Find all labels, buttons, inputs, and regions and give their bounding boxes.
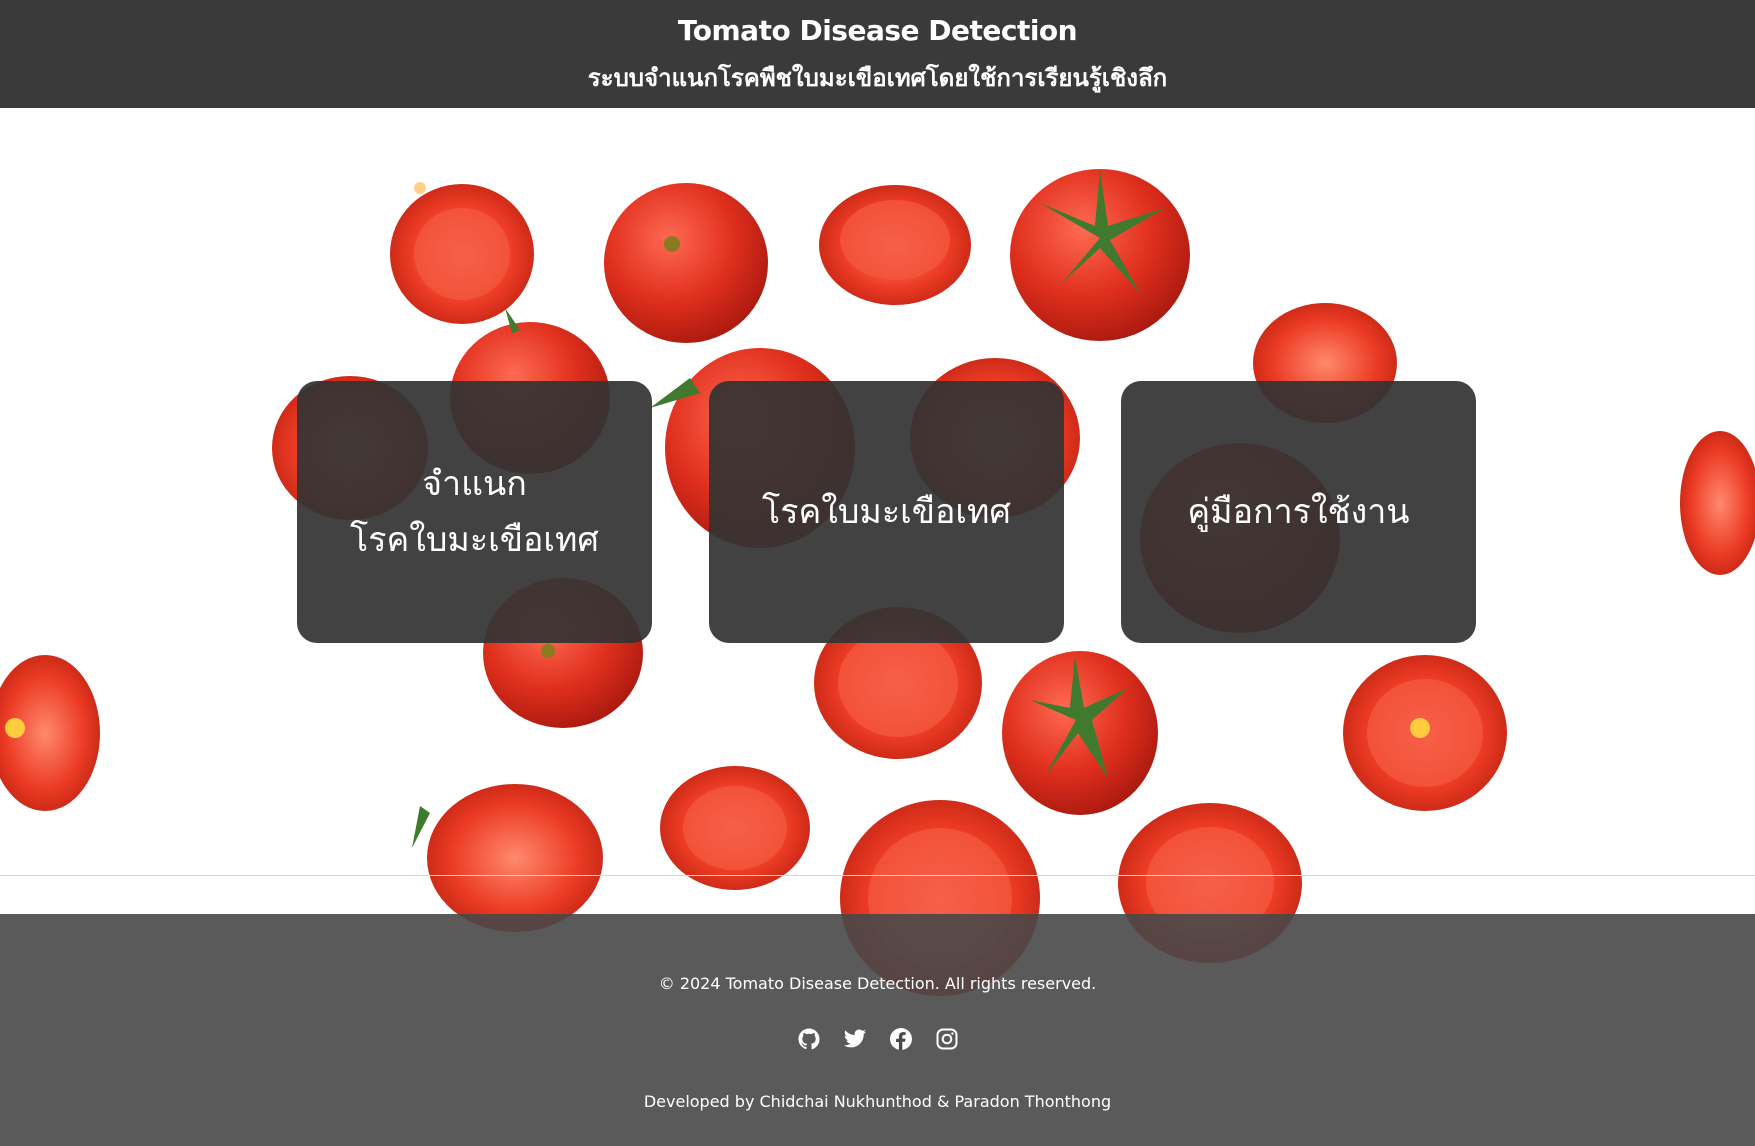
tomato-whole-stem xyxy=(1002,651,1158,815)
github-icon[interactable] xyxy=(797,1027,821,1051)
facebook-icon[interactable] xyxy=(889,1027,913,1051)
section-divider xyxy=(0,875,1755,876)
site-footer: © 2024 Tomato Disease Detection. All rig… xyxy=(0,914,1755,1146)
tomato-half xyxy=(819,185,971,305)
card-label: โรคใบมะเขือเทศ xyxy=(761,492,1012,532)
tomato-half xyxy=(0,655,100,811)
card-label: จำแนก xyxy=(422,464,527,504)
tomato-half xyxy=(1680,431,1755,575)
tomato-half xyxy=(1343,655,1507,811)
classify-disease-card[interactable]: จำแนก โรคใบมะเขือเทศ xyxy=(297,381,652,643)
site-title: Tomato Disease Detection xyxy=(677,14,1078,47)
hero-section: จำแนก โรคใบมะเขือเทศ โรคใบมะเขือเทศ คู่ม… xyxy=(0,108,1755,1146)
social-links xyxy=(0,1027,1755,1051)
card-label: โรคใบมะเขือเทศ xyxy=(349,520,600,560)
site-header: Tomato Disease Detection ระบบจำแนกโรคพืช… xyxy=(0,0,1755,108)
copyright-text: © 2024 Tomato Disease Detection. All rig… xyxy=(658,974,1097,993)
tomato-half xyxy=(390,182,534,324)
tomato-half xyxy=(660,766,810,890)
twitter-icon[interactable] xyxy=(843,1027,867,1051)
card-label: คู่มือการใช้งาน xyxy=(1187,492,1410,532)
instagram-icon[interactable] xyxy=(935,1027,959,1051)
user-manual-card[interactable]: คู่มือการใช้งาน xyxy=(1121,381,1476,643)
tomato-leaf-diseases-card[interactable]: โรคใบมะเขือเทศ xyxy=(709,381,1064,643)
tomato-whole xyxy=(604,183,768,343)
tomato-whole-stem xyxy=(1010,169,1190,341)
tomato-half xyxy=(412,784,603,932)
site-subtitle: ระบบจำแนกโรคพืชใบมะเขือเทศโดยใช้การเรียน… xyxy=(587,64,1168,92)
developer-credit: Developed by Chidchai Nukhunthod & Parad… xyxy=(643,1092,1112,1111)
